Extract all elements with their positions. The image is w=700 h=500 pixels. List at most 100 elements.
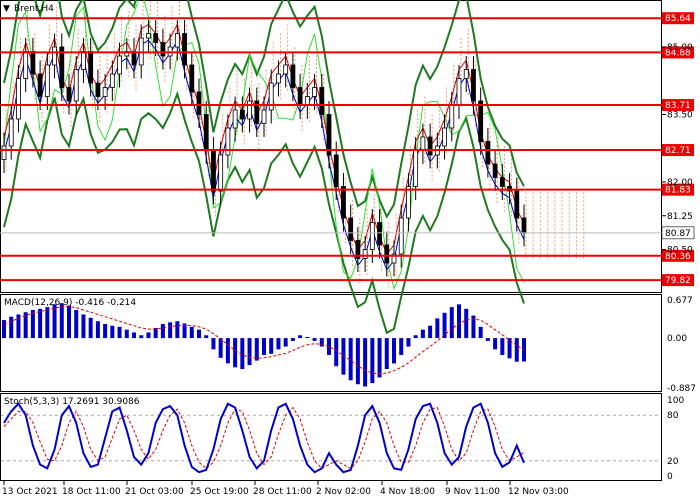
macd-bar <box>370 338 375 384</box>
macd-label: MACD(12,26,9) -0.416 -0.214 <box>4 298 136 308</box>
candle-body <box>239 109 245 120</box>
candle-body <box>81 51 86 70</box>
macd-bar <box>442 312 447 339</box>
candle-body <box>30 51 36 75</box>
candle-body <box>449 105 455 129</box>
candle-body <box>218 154 224 192</box>
candle-body <box>88 51 94 84</box>
chevron-down-icon[interactable]: ▼ <box>3 4 10 14</box>
candle-body <box>290 64 296 88</box>
macd-bar <box>478 326 483 339</box>
candle-body <box>492 163 498 178</box>
price-tick-label: 83.50 <box>667 111 693 121</box>
candle-body <box>283 64 289 75</box>
macd-bar <box>132 332 136 339</box>
candle-body <box>189 64 195 93</box>
candle-body <box>247 100 252 120</box>
macd-bar <box>160 324 165 339</box>
time-tick-label: 18 Oct 11:00 <box>62 487 121 497</box>
candle-body <box>521 217 527 234</box>
candle-body <box>211 150 216 192</box>
macd-bar <box>218 338 223 358</box>
macd-bar <box>399 338 404 355</box>
time-tick-label: 21 Oct 03:00 <box>125 487 184 497</box>
macd-bar <box>168 322 173 339</box>
candle-body <box>369 222 375 250</box>
candle-body <box>196 91 202 115</box>
price-tick-label: 82.00 <box>667 178 693 188</box>
macd-bar <box>103 324 108 339</box>
macd-bar <box>298 335 303 339</box>
macd-bar <box>363 338 368 387</box>
candle-body <box>117 55 122 75</box>
candle-body <box>131 51 137 66</box>
macd-tick-label: 0.677 <box>667 296 693 306</box>
candle-body <box>442 127 447 147</box>
candle-body <box>66 87 72 102</box>
macd-bar <box>204 335 209 339</box>
candle-body <box>377 222 382 246</box>
candle-body <box>146 33 151 39</box>
macd-bar <box>52 304 57 339</box>
candle-body <box>413 150 419 187</box>
macd-bar <box>88 317 93 339</box>
macd-bar <box>110 325 115 339</box>
candle-body <box>23 51 29 79</box>
macd-bar <box>211 338 216 350</box>
candle-body <box>73 69 79 102</box>
candle-body <box>153 33 159 43</box>
candle-body <box>44 64 50 97</box>
candle-body <box>362 249 368 259</box>
macd-bar <box>175 321 180 339</box>
candle-body <box>485 141 491 165</box>
candle-body <box>37 73 43 97</box>
stoch-label: Stoch(5,3,3) 17.2691 30.9086 <box>4 397 140 407</box>
macd-bar <box>290 338 295 341</box>
candle-body <box>341 186 346 219</box>
candle-body <box>456 78 462 106</box>
macd-bar <box>74 309 79 339</box>
candle-body <box>297 87 303 106</box>
candle-body <box>174 33 180 48</box>
candle-body <box>102 87 108 97</box>
macd-bar <box>449 307 454 339</box>
macd-bar <box>413 335 418 339</box>
candle-body <box>427 136 433 156</box>
candle-body <box>160 42 166 57</box>
time-tick-label: 4 Nov 18:00 <box>380 487 435 497</box>
macd-bar <box>45 307 50 339</box>
macd-bar <box>262 338 266 355</box>
macd-bar <box>225 338 230 364</box>
macd-bar <box>2 320 6 339</box>
macd-bar <box>457 304 461 339</box>
macd-bar <box>9 316 14 339</box>
macd-bar <box>139 335 144 339</box>
macd-bar <box>464 308 469 339</box>
macd-bar <box>254 338 259 361</box>
candle-body <box>333 154 339 187</box>
time-tick-label: 25 Oct 19:00 <box>190 487 249 497</box>
macd-bar <box>493 338 498 350</box>
macd-bar <box>384 338 389 370</box>
candle-body <box>471 69 476 102</box>
macd-bar <box>247 338 252 366</box>
macd-bar <box>334 338 339 367</box>
time-tick-label: 28 Oct 11:00 <box>253 487 312 497</box>
macd-bar <box>197 329 201 339</box>
candle-body <box>182 33 187 66</box>
stoch-tick-label: 20 <box>667 457 679 467</box>
macd-bar <box>392 338 396 364</box>
candle-body <box>312 87 317 97</box>
candle-body <box>1 145 7 160</box>
candle-body <box>109 73 115 88</box>
macd-bar <box>312 338 317 341</box>
candle-body <box>326 114 332 156</box>
price-tick-label: 81.25 <box>667 212 693 222</box>
candle-body <box>52 46 57 66</box>
candle-body <box>514 190 520 219</box>
macd-bar <box>485 338 490 341</box>
macd-bar <box>269 338 274 354</box>
candle-body <box>8 118 14 147</box>
macd-bar <box>124 329 129 339</box>
candle-body <box>95 82 101 97</box>
